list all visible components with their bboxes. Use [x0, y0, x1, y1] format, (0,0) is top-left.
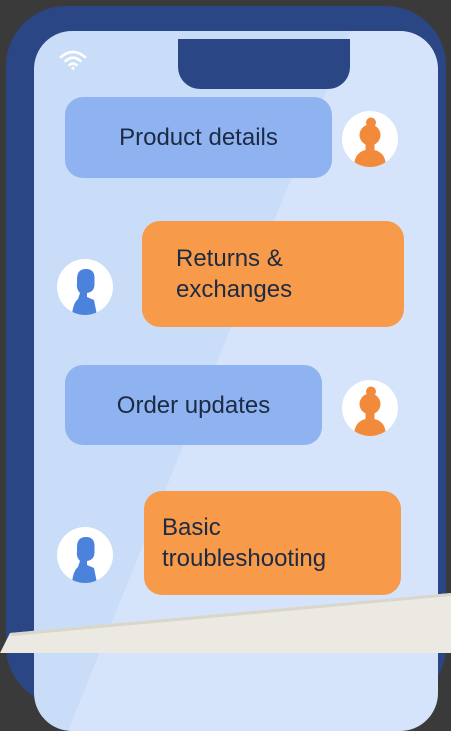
- chat-bubble-text: Product details: [119, 124, 278, 151]
- man-avatar: [57, 259, 113, 315]
- chat-bubble-order-updates[interactable]: Order updates: [65, 365, 322, 445]
- chat-bubble-product-details[interactable]: Product details: [65, 97, 332, 178]
- chat-bubble-returns-exchanges[interactable]: Returns & exchanges: [142, 221, 404, 327]
- chat-bubble-basic-troubleshooting[interactable]: Basic troubleshooting: [144, 491, 401, 595]
- woman-avatar: [342, 380, 398, 436]
- man-avatar: [57, 527, 113, 583]
- wifi-icon: [59, 50, 87, 70]
- chat-bubble-text: Order updates: [116, 391, 271, 419]
- woman-avatar: [342, 111, 398, 167]
- chat-bubble-text: Returns & exchanges: [176, 245, 293, 303]
- chat-bubble-text: Basic troubleshooting: [162, 514, 327, 572]
- phone-notch: [178, 39, 350, 89]
